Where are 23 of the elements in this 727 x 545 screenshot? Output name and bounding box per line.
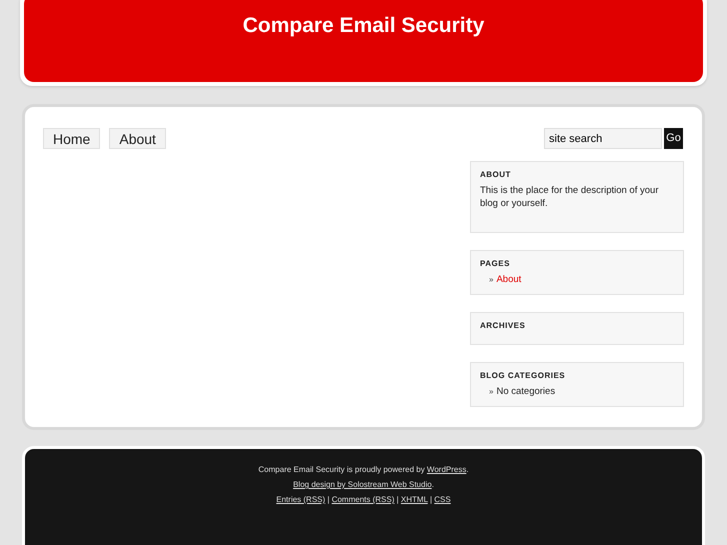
nav-link[interactable]: About xyxy=(109,128,166,149)
widget-item: No categories xyxy=(496,385,556,398)
nav-link[interactable]: Home xyxy=(43,128,100,149)
search-field[interactable]: site search xyxy=(544,128,662,149)
widget-link[interactable]: About xyxy=(496,273,522,286)
bullet: » xyxy=(489,386,494,398)
footer-link[interactable]: Blog design by Solostream Web Studio xyxy=(293,480,432,489)
widget-text: This is the place for the description of your blog or yourself. xyxy=(480,184,660,210)
footer-text: Compare Email Security is proudly powered by WordPress. xyxy=(258,464,469,475)
footer-text: Entries (RSS) | Comments (RSS) | XHTML | CSS xyxy=(276,494,451,505)
site-title[interactable]: Compare Email Security xyxy=(242,10,484,38)
footer-link[interactable]: Comments (RSS) xyxy=(332,495,394,504)
go-button[interactable]: Go xyxy=(664,128,683,149)
footer-link[interactable]: XHTML xyxy=(400,495,428,504)
widget-title: ARCHIVES xyxy=(480,320,526,332)
widget-title: ABOUT xyxy=(480,169,512,181)
widget-title: PAGES xyxy=(480,258,511,270)
footer-link[interactable]: WordPress xyxy=(426,465,466,474)
footer-link[interactable]: Entries (RSS) xyxy=(276,495,326,504)
bullet: » xyxy=(489,274,494,286)
widget-title: BLOG CATEGORIES xyxy=(480,370,566,382)
footer-link[interactable]: CSS xyxy=(434,495,451,504)
footer-text: Blog design by Solostream Web Studio. xyxy=(293,479,434,490)
